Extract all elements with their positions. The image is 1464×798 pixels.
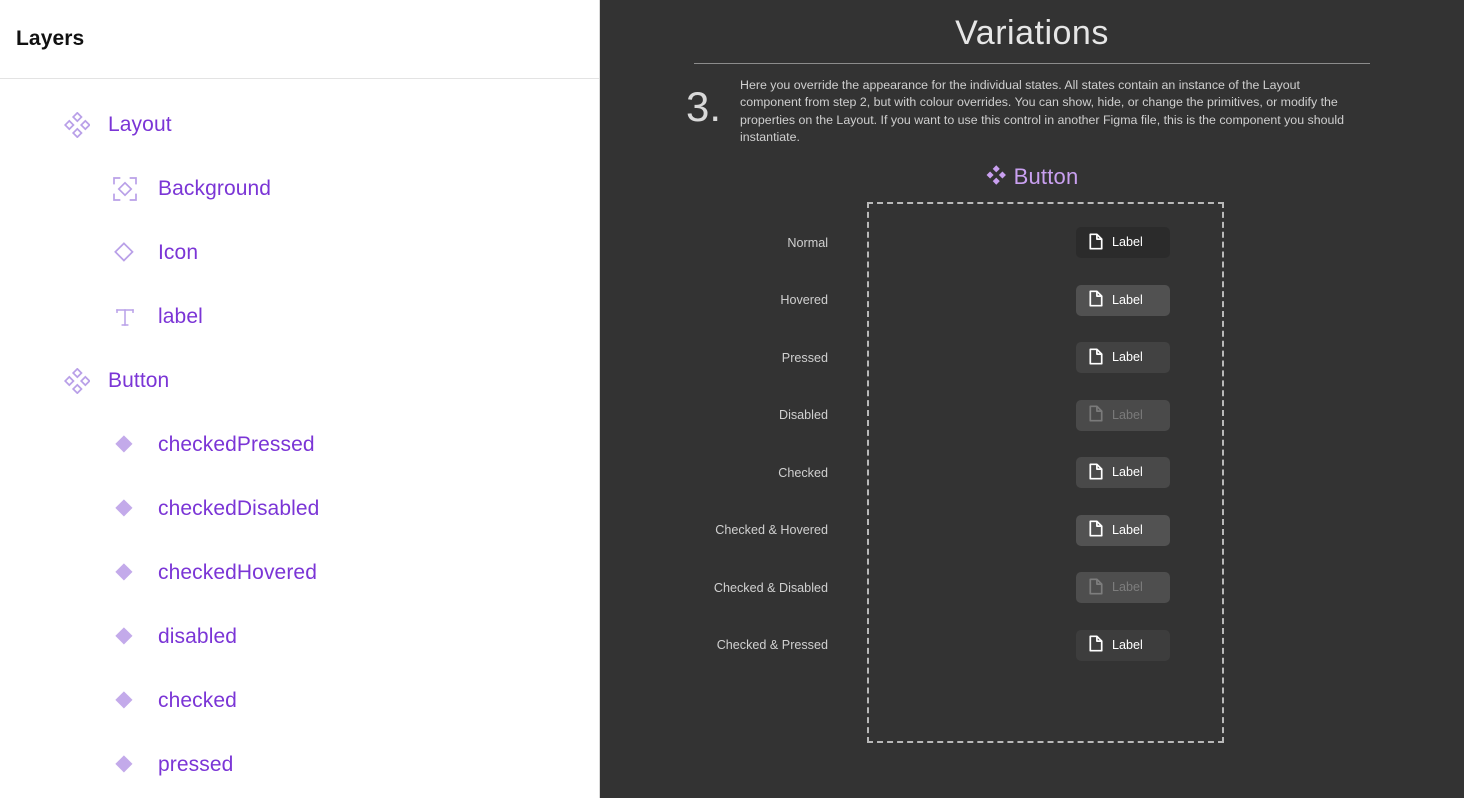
variant-button[interactable]: Label xyxy=(1076,630,1170,661)
variant-button-cell: Label xyxy=(828,515,1464,546)
layer-label: pressed xyxy=(158,753,233,777)
variant-button[interactable]: Label xyxy=(1076,342,1170,373)
variant-button-label: Label xyxy=(1112,524,1143,537)
variant-row: Checked Label xyxy=(600,444,1464,502)
document-icon xyxy=(1089,520,1103,540)
variant-button-label: Label xyxy=(1112,294,1143,307)
variant-row: Checked & Pressed Label xyxy=(600,617,1464,675)
diamond-filled-icon xyxy=(112,560,138,586)
document-icon xyxy=(1089,233,1103,253)
layer-tree: Layout Background Icon label Bu xyxy=(0,79,599,797)
variant-button[interactable]: Label xyxy=(1076,400,1170,431)
variant-state-label: Pressed xyxy=(600,351,828,365)
text-type-icon xyxy=(112,304,138,330)
variant-button-cell: Label xyxy=(828,227,1464,258)
diamond-outline-icon xyxy=(112,240,138,266)
variant-button-label: Label xyxy=(1112,581,1143,594)
component-heading: Button xyxy=(600,164,1464,190)
variant-state-label: Checked xyxy=(600,466,828,480)
variant-row: Checked & Disabled Label xyxy=(600,559,1464,617)
document-icon xyxy=(1089,578,1103,598)
app-root: Layers Layout Background Icon xyxy=(0,0,1464,798)
variant-row: Hovered Label xyxy=(600,272,1464,330)
layer-label: label xyxy=(158,305,203,329)
variant-state-label: Normal xyxy=(600,236,828,250)
variant-button-cell: Label xyxy=(828,572,1464,603)
layer-label: checkedPressed xyxy=(158,433,315,457)
variant-state-label: Hovered xyxy=(600,293,828,307)
layer-row[interactable]: disabled xyxy=(0,605,599,669)
variant-state-label: Checked & Pressed xyxy=(600,638,828,652)
layer-row[interactable]: label xyxy=(0,285,599,349)
step-number: 3. xyxy=(686,77,740,146)
variant-button-label: Label xyxy=(1112,639,1143,652)
frame-diamond-icon xyxy=(112,176,138,202)
variant-row: Normal Label xyxy=(600,214,1464,272)
variant-button-cell: Label xyxy=(828,630,1464,661)
step-description: Here you override the appearance for the… xyxy=(740,77,1346,146)
diamond-filled-icon xyxy=(112,496,138,522)
diamond-filled-icon xyxy=(112,624,138,650)
diamond-filled-icon xyxy=(112,688,138,714)
layer-label: Layout xyxy=(108,113,172,137)
variant-button-label: Label xyxy=(1112,236,1143,249)
layer-row[interactable]: checkedHovered xyxy=(0,541,599,605)
layer-row[interactable]: pressed xyxy=(0,733,599,797)
variant-state-label: Checked & Disabled xyxy=(600,581,828,595)
layer-row[interactable]: Layout xyxy=(0,93,599,157)
layer-label: disabled xyxy=(158,625,237,649)
document-icon xyxy=(1089,290,1103,310)
variant-button[interactable]: Label xyxy=(1076,515,1170,546)
diamond-cluster-outline-icon xyxy=(64,368,90,394)
document-icon xyxy=(1089,635,1103,655)
document-icon xyxy=(1089,348,1103,368)
variant-button[interactable]: Label xyxy=(1076,285,1170,316)
layer-row[interactable]: checkedPressed xyxy=(0,413,599,477)
variations-panel: Variations 3. Here you override the appe… xyxy=(600,0,1464,798)
component-heading-label: Button xyxy=(1014,164,1079,190)
layer-label: checkedDisabled xyxy=(158,497,319,521)
variant-button-cell: Label xyxy=(828,342,1464,373)
layer-label: Button xyxy=(108,369,169,393)
layer-row[interactable]: Icon xyxy=(0,221,599,285)
variant-button[interactable]: Label xyxy=(1076,227,1170,258)
variant-row: Disabled Label xyxy=(600,387,1464,445)
title-divider xyxy=(694,63,1370,64)
variations-title: Variations xyxy=(600,0,1464,53)
step-block: 3. Here you override the appearance for … xyxy=(686,77,1346,146)
layer-row[interactable]: checked xyxy=(0,669,599,733)
diamond-filled-icon xyxy=(112,432,138,458)
variant-row: Pressed Label xyxy=(600,329,1464,387)
diamond-cluster-filled-icon xyxy=(986,165,1006,190)
layers-panel: Layers Layout Background Icon xyxy=(0,0,600,798)
layers-header: Layers xyxy=(0,0,599,79)
variant-state-label: Checked & Hovered xyxy=(600,523,828,537)
layer-label: checked xyxy=(158,689,237,713)
layer-label: checkedHovered xyxy=(158,561,317,585)
variant-button-cell: Label xyxy=(828,285,1464,316)
variant-rows: Normal LabelHovered LabelPressed LabelDi… xyxy=(600,214,1464,674)
page-title: Layers xyxy=(16,27,84,51)
variant-button-label: Label xyxy=(1112,409,1143,422)
layer-row[interactable]: Background xyxy=(0,157,599,221)
document-icon xyxy=(1089,463,1103,483)
document-icon xyxy=(1089,405,1103,425)
layer-label: Icon xyxy=(158,241,198,265)
diamond-filled-icon xyxy=(112,752,138,778)
variant-button[interactable]: Label xyxy=(1076,572,1170,603)
layer-row[interactable]: Button xyxy=(0,349,599,413)
variant-button-label: Label xyxy=(1112,351,1143,364)
variant-button-cell: Label xyxy=(828,400,1464,431)
variant-state-label: Disabled xyxy=(600,408,828,422)
variant-row: Checked & Hovered Label xyxy=(600,502,1464,560)
variant-button-cell: Label xyxy=(828,457,1464,488)
diamond-cluster-outline-icon xyxy=(64,112,90,138)
variant-button-label: Label xyxy=(1112,466,1143,479)
layer-row[interactable]: checkedDisabled xyxy=(0,477,599,541)
layer-label: Background xyxy=(158,177,271,201)
variant-button[interactable]: Label xyxy=(1076,457,1170,488)
